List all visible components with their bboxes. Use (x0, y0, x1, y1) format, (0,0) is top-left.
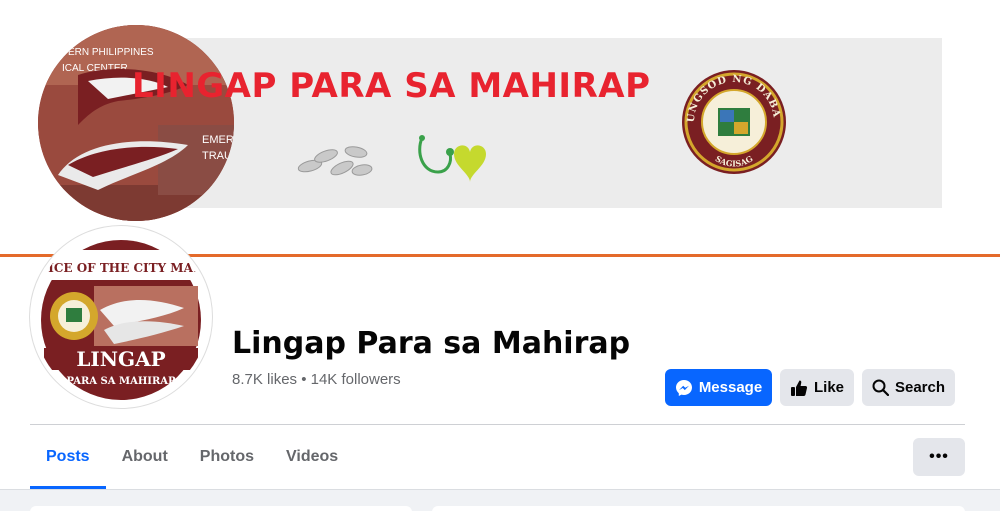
banner-title: LINGAP PARA SA MAHIRAP (132, 66, 651, 106)
tab-photos[interactable]: Photos (184, 425, 270, 489)
cover-photo-text-3: EMER (202, 134, 234, 146)
more-dots-icon: ••• (929, 448, 949, 465)
search-icon (872, 379, 889, 396)
tab-videos-label: Videos (286, 448, 339, 465)
search-button[interactable]: Search (862, 369, 955, 406)
cover-photo[interactable]: ERN PHILIPPINES ICAL CENTER EMER TRAU LI… (0, 0, 1000, 255)
thumbs-up-icon (790, 379, 808, 397)
tab-photos-label: Photos (199, 448, 254, 465)
page-stats[interactable]: 8.7K likes • 14K followers (232, 371, 401, 388)
more-options-button[interactable]: ••• (913, 438, 965, 476)
profile-picture[interactable]: OFFICE OF THE CITY MAYOR LINGAP PARA SA … (30, 226, 212, 408)
city-seal-logo: LUNGSOD NG DABAW SAGISAG (673, 22, 788, 185)
profile-pic-main-text: LINGAP (76, 347, 165, 371)
cover-hands-photo: ERN PHILIPPINES ICAL CENTER EMER TRAU (38, 25, 234, 221)
like-button[interactable]: Like (780, 369, 854, 406)
posts-card (432, 506, 965, 511)
page-tabs: Posts About Photos Videos (30, 425, 354, 489)
like-button-label: Like (813, 379, 844, 396)
messenger-icon (675, 379, 693, 397)
tab-posts-label: Posts (46, 448, 90, 465)
tab-about-label: About (121, 448, 168, 465)
tab-posts[interactable]: Posts (30, 425, 106, 489)
cover-banner (130, 38, 942, 208)
tab-videos[interactable]: Videos (270, 425, 354, 489)
message-button-label: Message (698, 379, 763, 396)
search-button-label: Search (894, 379, 946, 396)
profile-pic-sub-text: PARA SA MAHIRAP (66, 376, 176, 387)
stethoscope-heart-icon (412, 132, 492, 193)
intro-card (30, 506, 412, 511)
message-button[interactable]: Message (665, 369, 772, 406)
page-title: Lingap Para sa Mahirap (232, 326, 631, 361)
profile-pic-top-text: OFFICE OF THE CITY MAYOR (34, 261, 208, 275)
cover-photo-text-1: ERN PHILIPPINES (68, 47, 154, 58)
pills-icon (296, 138, 376, 189)
tab-about[interactable]: About (106, 425, 184, 489)
facebook-page: ERN PHILIPPINES ICAL CENTER EMER TRAU LI… (0, 0, 1000, 511)
